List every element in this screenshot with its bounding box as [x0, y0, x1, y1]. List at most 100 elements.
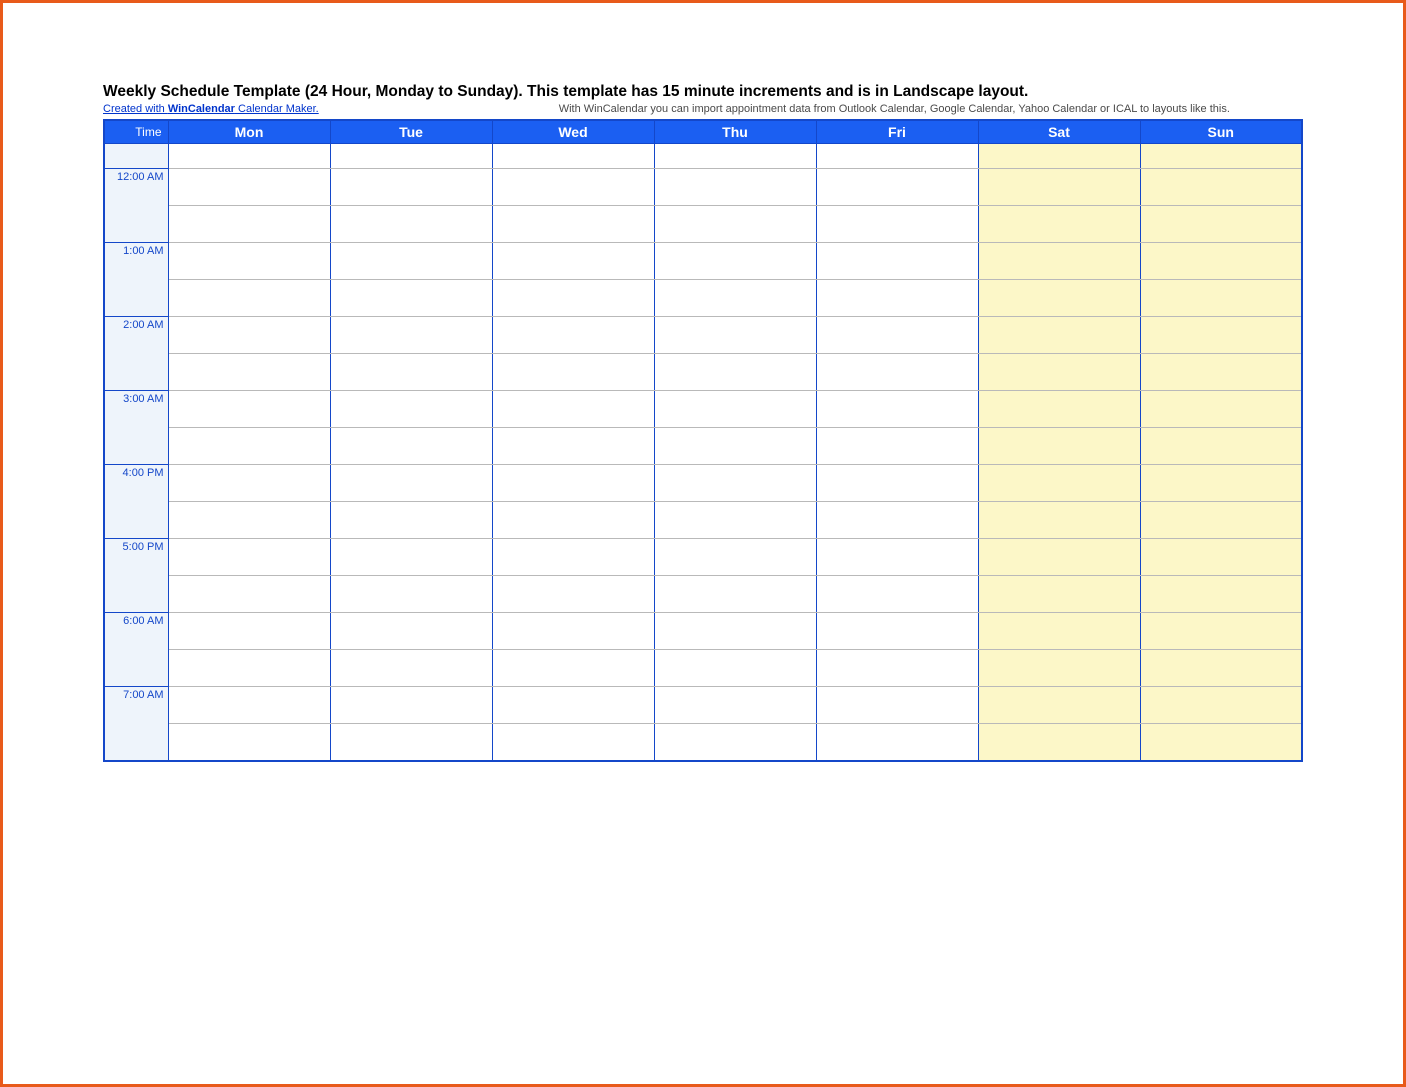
- created-with-link[interactable]: Created with WinCalendar Calendar Maker.: [103, 103, 319, 115]
- schedule-cell[interactable]: [1140, 428, 1302, 465]
- schedule-cell[interactable]: [816, 724, 978, 762]
- schedule-cell[interactable]: [816, 539, 978, 576]
- schedule-cell[interactable]: [816, 280, 978, 317]
- schedule-cell[interactable]: [816, 169, 978, 206]
- schedule-cell[interactable]: [816, 243, 978, 280]
- schedule-cell[interactable]: [654, 613, 816, 650]
- schedule-cell[interactable]: [816, 428, 978, 465]
- schedule-cell[interactable]: [816, 687, 978, 724]
- schedule-cell[interactable]: [1140, 613, 1302, 650]
- schedule-cell[interactable]: [330, 391, 492, 428]
- schedule-cell[interactable]: [168, 724, 330, 762]
- schedule-cell[interactable]: [978, 317, 1140, 354]
- schedule-cell[interactable]: [978, 687, 1140, 724]
- schedule-cell[interactable]: [492, 613, 654, 650]
- schedule-cell[interactable]: [168, 144, 330, 169]
- schedule-cell[interactable]: [1140, 465, 1302, 502]
- schedule-cell[interactable]: [168, 650, 330, 687]
- schedule-cell[interactable]: [168, 428, 330, 465]
- schedule-cell[interactable]: [492, 502, 654, 539]
- schedule-cell[interactable]: [168, 354, 330, 391]
- schedule-cell[interactable]: [978, 169, 1140, 206]
- schedule-cell[interactable]: [1140, 243, 1302, 280]
- schedule-cell[interactable]: [168, 391, 330, 428]
- schedule-cell[interactable]: [168, 687, 330, 724]
- schedule-cell[interactable]: [978, 280, 1140, 317]
- schedule-cell[interactable]: [816, 650, 978, 687]
- schedule-cell[interactable]: [978, 391, 1140, 428]
- schedule-cell[interactable]: [654, 428, 816, 465]
- schedule-cell[interactable]: [1140, 391, 1302, 428]
- schedule-cell[interactable]: [816, 391, 978, 428]
- schedule-cell[interactable]: [330, 428, 492, 465]
- schedule-cell[interactable]: [330, 144, 492, 169]
- schedule-cell[interactable]: [816, 465, 978, 502]
- schedule-cell[interactable]: [492, 169, 654, 206]
- schedule-cell[interactable]: [330, 206, 492, 243]
- schedule-cell[interactable]: [978, 243, 1140, 280]
- schedule-cell[interactable]: [1140, 724, 1302, 762]
- schedule-cell[interactable]: [1140, 206, 1302, 243]
- schedule-cell[interactable]: [330, 243, 492, 280]
- schedule-cell[interactable]: [168, 502, 330, 539]
- schedule-cell[interactable]: [978, 206, 1140, 243]
- schedule-cell[interactable]: [654, 391, 816, 428]
- schedule-cell[interactable]: [168, 206, 330, 243]
- schedule-cell[interactable]: [978, 428, 1140, 465]
- schedule-cell[interactable]: [330, 576, 492, 613]
- schedule-cell[interactable]: [654, 354, 816, 391]
- schedule-cell[interactable]: [492, 428, 654, 465]
- schedule-cell[interactable]: [1140, 169, 1302, 206]
- schedule-cell[interactable]: [978, 144, 1140, 169]
- schedule-cell[interactable]: [654, 687, 816, 724]
- schedule-cell[interactable]: [492, 206, 654, 243]
- schedule-cell[interactable]: [1140, 502, 1302, 539]
- schedule-cell[interactable]: [654, 576, 816, 613]
- schedule-cell[interactable]: [654, 502, 816, 539]
- schedule-cell[interactable]: [1140, 317, 1302, 354]
- schedule-cell[interactable]: [654, 465, 816, 502]
- schedule-cell[interactable]: [978, 539, 1140, 576]
- schedule-cell[interactable]: [654, 144, 816, 169]
- schedule-cell[interactable]: [492, 144, 654, 169]
- schedule-cell[interactable]: [330, 613, 492, 650]
- schedule-cell[interactable]: [330, 502, 492, 539]
- schedule-cell[interactable]: [492, 539, 654, 576]
- schedule-cell[interactable]: [978, 502, 1140, 539]
- schedule-cell[interactable]: [330, 650, 492, 687]
- schedule-cell[interactable]: [492, 391, 654, 428]
- schedule-cell[interactable]: [168, 169, 330, 206]
- schedule-cell[interactable]: [330, 724, 492, 762]
- schedule-cell[interactable]: [978, 465, 1140, 502]
- schedule-cell[interactable]: [492, 354, 654, 391]
- schedule-cell[interactable]: [816, 613, 978, 650]
- schedule-cell[interactable]: [330, 465, 492, 502]
- schedule-cell[interactable]: [168, 243, 330, 280]
- schedule-cell[interactable]: [654, 650, 816, 687]
- schedule-cell[interactable]: [654, 169, 816, 206]
- schedule-cell[interactable]: [330, 280, 492, 317]
- schedule-cell[interactable]: [978, 354, 1140, 391]
- schedule-cell[interactable]: [330, 539, 492, 576]
- schedule-cell[interactable]: [654, 206, 816, 243]
- schedule-cell[interactable]: [816, 317, 978, 354]
- schedule-cell[interactable]: [654, 539, 816, 576]
- schedule-cell[interactable]: [492, 687, 654, 724]
- schedule-cell[interactable]: [1140, 144, 1302, 169]
- schedule-cell[interactable]: [816, 354, 978, 391]
- schedule-cell[interactable]: [1140, 539, 1302, 576]
- schedule-cell[interactable]: [168, 539, 330, 576]
- schedule-cell[interactable]: [492, 243, 654, 280]
- schedule-cell[interactable]: [1140, 650, 1302, 687]
- schedule-cell[interactable]: [330, 354, 492, 391]
- schedule-cell[interactable]: [168, 576, 330, 613]
- schedule-cell[interactable]: [168, 465, 330, 502]
- schedule-cell[interactable]: [330, 317, 492, 354]
- schedule-cell[interactable]: [654, 243, 816, 280]
- schedule-cell[interactable]: [492, 650, 654, 687]
- schedule-cell[interactable]: [654, 317, 816, 354]
- schedule-cell[interactable]: [978, 576, 1140, 613]
- schedule-cell[interactable]: [168, 317, 330, 354]
- schedule-cell[interactable]: [330, 169, 492, 206]
- schedule-cell[interactable]: [1140, 687, 1302, 724]
